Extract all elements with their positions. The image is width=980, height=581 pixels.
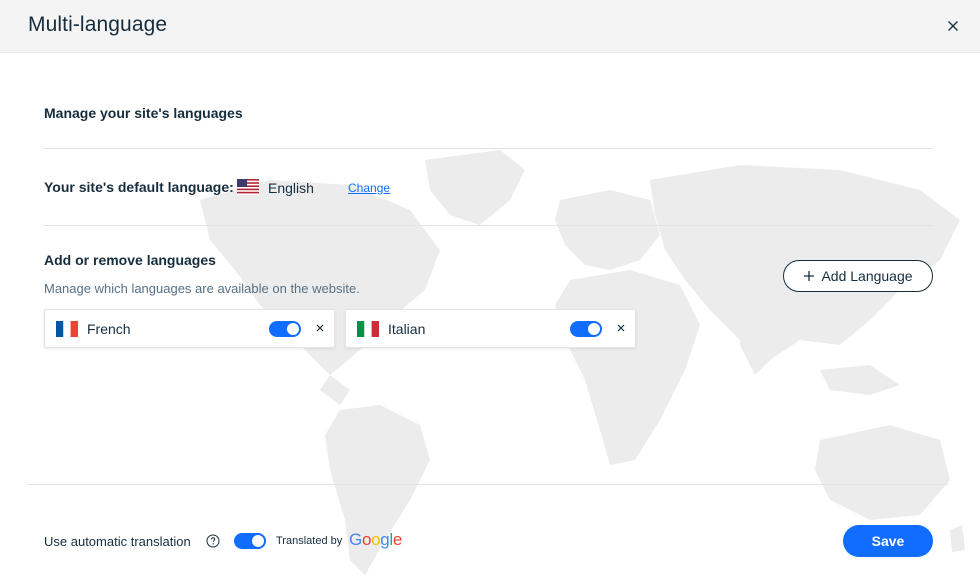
modal-title: Multi-language bbox=[28, 13, 168, 36]
auto-translation-toggle[interactable] bbox=[234, 533, 266, 549]
plus-icon bbox=[804, 271, 815, 281]
italian-enabled-toggle[interactable] bbox=[570, 321, 602, 337]
footer-divider bbox=[28, 484, 948, 485]
default-language-name: English bbox=[268, 180, 314, 196]
add-language-label: Add Language bbox=[821, 268, 913, 284]
remove-icon[interactable] bbox=[313, 321, 327, 335]
auto-translation-label: Use automatic translation bbox=[44, 534, 191, 549]
language-card-french: French bbox=[44, 309, 335, 348]
divider bbox=[44, 225, 933, 226]
save-button[interactable]: Save bbox=[843, 525, 933, 557]
manage-languages-title: Manage your site's languages bbox=[44, 105, 243, 121]
language-name: French bbox=[87, 321, 131, 337]
google-logo: Google bbox=[349, 530, 403, 549]
remove-icon[interactable] bbox=[614, 321, 628, 335]
default-language-row: Your site's default language: English Ch… bbox=[44, 176, 444, 200]
divider bbox=[44, 148, 933, 149]
italian-flag-icon bbox=[357, 321, 379, 337]
default-language-label: Your site's default language: bbox=[44, 179, 234, 195]
modal-header: Multi-language bbox=[0, 0, 980, 53]
change-default-language-link[interactable]: Change bbox=[348, 181, 390, 195]
help-icon[interactable] bbox=[206, 534, 220, 548]
french-enabled-toggle[interactable] bbox=[269, 321, 301, 337]
add-language-button[interactable]: Add Language bbox=[783, 260, 933, 292]
close-icon[interactable] bbox=[944, 17, 962, 35]
world-map-background bbox=[200, 150, 965, 575]
add-remove-languages-title: Add or remove languages bbox=[44, 252, 216, 268]
french-flag-icon bbox=[56, 321, 78, 337]
us-flag-icon bbox=[237, 179, 259, 195]
translated-by-label: Translated by bbox=[276, 535, 343, 547]
language-card-italian: Italian bbox=[345, 309, 636, 348]
language-name: Italian bbox=[388, 321, 426, 337]
add-remove-languages-subtitle: Manage which languages are available on … bbox=[44, 281, 360, 296]
